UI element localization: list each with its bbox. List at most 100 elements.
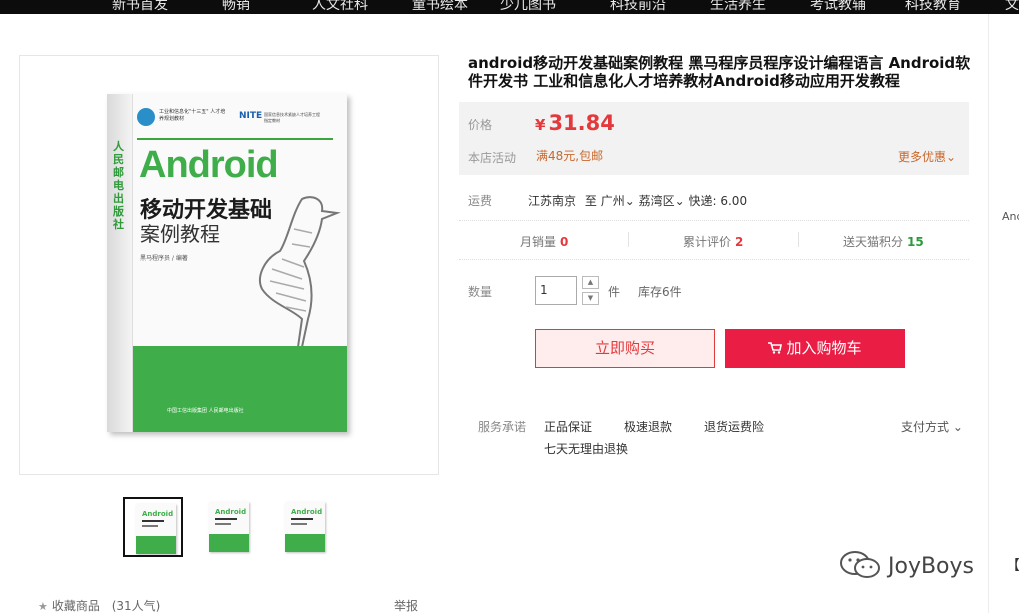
report-link[interactable]: 举报	[394, 597, 418, 613]
quantity-increase-button[interactable]: ▲	[582, 276, 599, 289]
payment-method-label: 支付方式	[901, 420, 950, 434]
divider	[459, 220, 969, 221]
more-promo-dropdown[interactable]: 更多优惠⌄	[898, 148, 956, 165]
thumbnail-line	[142, 520, 164, 522]
add-to-cart-label: 加入购物车	[786, 339, 862, 357]
currency-symbol: ¥	[535, 116, 546, 134]
price-value: ¥31.84	[535, 111, 615, 135]
service-return-insurance[interactable]: 退货运费险	[704, 418, 764, 435]
shipping-label: 运费	[468, 194, 493, 208]
tmall-points: 送天猫积分 15	[843, 233, 924, 250]
thumbnail-1[interactable]: Android	[123, 497, 183, 557]
chevron-down-icon: ⌄	[624, 194, 635, 208]
price-box: 价格 ¥31.84 本店活动 满48元,包邮 更多优惠⌄	[459, 102, 969, 175]
quantity-unit: 件	[608, 285, 621, 299]
review-count-label: 累计评价	[683, 235, 732, 249]
tmall-points-label: 送天猫积分	[843, 235, 904, 249]
watermark-edge-text: 【	[1006, 558, 1019, 574]
thumbnail-3[interactable]: Android	[274, 497, 334, 557]
bird-illustration-icon	[259, 196, 341, 348]
add-to-cart-button[interactable]: 加入购物车	[725, 329, 905, 368]
nav-item-more[interactable]: 文	[1005, 0, 1019, 14]
ship-district: 荔湾区	[638, 194, 675, 208]
watermark-text: JoyBoys	[888, 554, 975, 579]
thumbnail-2[interactable]: Android	[198, 497, 258, 557]
nav-item-life[interactable]: 生活养生	[710, 0, 766, 14]
thumbnail-line	[215, 523, 231, 525]
top-nav-bar: 新书首发 畅销 人文社科 童书绘本 少儿图书 科技前沿 生活养生 考试教辅 科技…	[0, 0, 1019, 14]
chevron-down-icon: ⌄	[946, 150, 957, 164]
cover-green-band	[133, 346, 347, 432]
nav-item-tech[interactable]: 科技前沿	[610, 0, 666, 14]
thumbnail-brand: Android	[215, 508, 247, 516]
divider	[459, 259, 969, 260]
price-label: 价格	[468, 118, 493, 132]
watermark: JoyBoys	[838, 550, 974, 580]
ship-city: 广州	[600, 194, 625, 208]
chevron-down-icon: ⌄	[952, 420, 963, 434]
favorite-label: 收藏商品	[51, 599, 100, 613]
monthly-sales-value: 0	[560, 235, 569, 249]
review-count-value: 2	[735, 235, 744, 249]
book-cover: 人民邮电出版社 工业和信息化"十三五" 人才培养规划教材 NITE 国家信息技术…	[107, 94, 347, 432]
quantity-input[interactable]: 1	[535, 276, 577, 305]
review-count[interactable]: 累计评价 2	[683, 233, 743, 250]
favorite-count: (31人气)	[111, 599, 161, 613]
thumbnail-brand: Android	[291, 508, 323, 516]
cover-subtitle-2: 案例教程	[140, 222, 220, 246]
thumbnail-line	[291, 523, 307, 525]
thumbnail-book: Android	[136, 504, 176, 554]
nav-item-education[interactable]: 科技教育	[905, 0, 961, 14]
cover-author: 黑马程序员 / 编著	[140, 255, 188, 262]
nav-item-new[interactable]: 新书首发	[112, 0, 168, 14]
ship-district-dropdown[interactable]: 荔湾区⌄	[639, 194, 685, 208]
star-icon: ★	[38, 600, 48, 613]
wechat-icon	[840, 551, 880, 578]
thumbnail-book: Android	[285, 502, 325, 552]
ship-fee: 快递: 6.00	[688, 194, 748, 208]
ship-from: 江苏南京	[528, 194, 577, 208]
thumbnail-book: Android	[209, 502, 249, 552]
buy-now-button[interactable]: 立即购买	[535, 329, 715, 368]
sidebar-and-text: And	[1002, 210, 1019, 223]
cover-publisher: 中国工信出版集团 人民邮电出版社	[167, 408, 244, 414]
cover-brand-word: Android	[139, 144, 279, 186]
thumbnail-brand: Android	[142, 510, 174, 518]
cart-icon	[768, 342, 783, 354]
monthly-sales-label: 月销量	[520, 235, 557, 249]
nav-item-exam[interactable]: 考试教辅	[810, 0, 866, 14]
stat-separator	[798, 232, 799, 247]
shipping-info: 江苏南京 至 广州⌄ 荔湾区⌄ 快递: 6.00	[528, 192, 747, 209]
ship-city-dropdown[interactable]: 广州⌄	[601, 194, 635, 208]
thumbnail-band	[285, 534, 325, 552]
book-spine-text: 人民邮电出版社	[113, 140, 124, 231]
thumbnail-line	[142, 525, 158, 527]
promo-label: 本店活动	[468, 151, 517, 165]
payment-method-dropdown[interactable]: 支付方式 ⌄	[901, 418, 963, 435]
cover-divider	[137, 138, 333, 140]
chevron-down-icon: ⌄	[674, 194, 685, 208]
nav-item-humanities[interactable]: 人文社科	[312, 0, 368, 14]
quantity-label: 数量	[468, 285, 493, 299]
main-product-image[interactable]: 人民邮电出版社 工业和信息化"十三五" 人才培养规划教材 NITE 国家信息技术…	[19, 55, 439, 475]
nav-item-youth[interactable]: 少儿图书	[500, 0, 556, 14]
quantity-decrease-button[interactable]: ▼	[582, 292, 599, 305]
favorite-button[interactable]: ★ 收藏商品 (31人气)	[38, 597, 160, 613]
ship-to-word: 至	[584, 194, 597, 208]
price-amount: 31.84	[548, 111, 615, 135]
nav-item-bestseller[interactable]: 畅销	[222, 0, 250, 14]
right-sidebar-strip: And	[988, 14, 1019, 613]
nav-item-children[interactable]: 童书绘本	[412, 0, 468, 14]
monthly-sales: 月销量 0	[520, 233, 568, 250]
service-seven-day-return[interactable]: 七天无理由退换	[544, 440, 628, 457]
stock-count: 库存6件	[638, 285, 682, 299]
more-promo-label: 更多优惠	[898, 150, 947, 164]
stat-separator	[628, 232, 629, 247]
nite-logo: NITE	[239, 111, 263, 121]
service-fast-refund[interactable]: 极速退款	[624, 418, 672, 435]
service-genuine[interactable]: 正品保证	[544, 418, 592, 435]
thumbnail-line	[215, 518, 237, 520]
thumbnail-line	[291, 518, 313, 520]
service-label: 服务承诺	[478, 420, 527, 434]
thumbnail-band	[136, 536, 176, 554]
